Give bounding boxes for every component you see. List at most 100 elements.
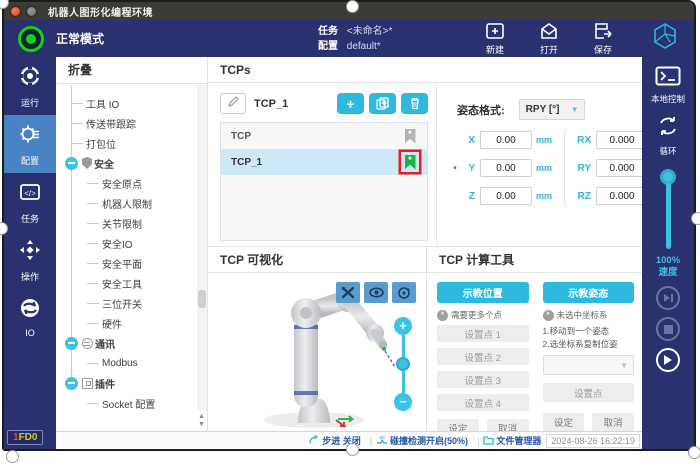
tree-item[interactable]: 插件 — [56, 373, 196, 393]
loop-toggle-button[interactable]: 循环 — [655, 114, 681, 157]
collision-icon — [376, 435, 390, 447]
tree-item[interactable]: 打包位 — [56, 133, 196, 153]
tree-item-label: 关节限制 — [102, 216, 142, 231]
zoom-in-button[interactable]: + — [394, 317, 412, 335]
sidebar-item-io[interactable]: IO — [4, 289, 56, 344]
chevron-down-icon: ▼ — [620, 361, 628, 370]
tcp-row-label: TCP_1 — [231, 157, 262, 168]
pose-cancel-button[interactable]: 取消 — [592, 413, 634, 431]
frame-select-dropdown[interactable]: ▼ — [543, 355, 635, 375]
axis-value-input[interactable] — [596, 187, 648, 205]
duplicate-tcp-button[interactable] — [369, 93, 396, 114]
zoom-slider-knob[interactable] — [396, 357, 410, 371]
tree-scrollbar-thumb[interactable] — [198, 290, 206, 308]
tree-item-label: 硬件 — [102, 316, 122, 331]
tree-item[interactable]: 安全IO — [56, 233, 196, 253]
tree-item[interactable]: 通讯 — [56, 333, 196, 353]
tree-item-label: 三位开关 — [102, 296, 142, 311]
step-forward-button[interactable] — [656, 286, 680, 310]
axis-value-input[interactable] — [596, 159, 648, 177]
tree-item[interactable]: 关节限制 — [56, 213, 196, 233]
axis-value-input[interactable] — [480, 187, 532, 205]
run-target-icon — [18, 64, 42, 93]
pose-set-point-button[interactable]: 设置点 — [543, 383, 635, 402]
terminal-icon — [655, 66, 681, 91]
collapse-minus-icon[interactable] — [65, 377, 78, 390]
xyz-fields: X mm • Y — [451, 130, 554, 206]
visualization-panel-title: TCP 可视化 — [208, 247, 426, 273]
bookmark-icon[interactable] — [405, 129, 416, 144]
tree-item[interactable]: 三位开关 — [56, 293, 196, 313]
speed-slider[interactable] — [660, 169, 676, 249]
new-task-button[interactable]: 新建 — [478, 21, 512, 56]
teach-pose-button[interactable]: 示教姿态 — [543, 282, 635, 303]
tree-scrollbar[interactable] — [197, 85, 207, 411]
file-manager-link[interactable]: 文件管理器 — [483, 434, 541, 447]
save-task-button[interactable]: 保存 — [586, 21, 620, 56]
reset-view-icon[interactable] — [392, 282, 416, 303]
tree-item[interactable]: 机器人限制 — [56, 193, 196, 213]
io-cycle-icon — [18, 296, 42, 325]
zoom-out-button[interactable]: − — [394, 393, 412, 411]
tree-item[interactable]: 传送带跟踪 — [56, 113, 196, 133]
sidebar-item-task[interactable]: </> 任务 — [4, 173, 56, 231]
tree-item[interactable] — [56, 85, 196, 93]
eye-icon[interactable] — [364, 282, 388, 303]
tree-item-icon — [82, 378, 93, 389]
tree-item[interactable]: Socket 配置 — [56, 393, 196, 411]
tree-item[interactable]: 安全工具 — [56, 273, 196, 293]
sidebar-item-config[interactable]: 配置 — [4, 115, 56, 173]
add-tcp-button[interactable]: + — [337, 93, 364, 114]
tools-icon[interactable] — [336, 282, 360, 303]
tree-item-label: Socket 配置 — [102, 396, 155, 411]
teach-position-button[interactable]: 示教位置 — [437, 282, 529, 303]
set-point-button[interactable]: 设置点 2 — [437, 348, 529, 365]
set-point-button[interactable]: 设置点 1 — [437, 325, 529, 342]
stop-button[interactable] — [656, 317, 680, 341]
rename-tcp-button[interactable] — [220, 93, 246, 114]
view-toolbar — [336, 282, 416, 303]
tcp-visualization-panel: TCP 可视化 — [208, 247, 427, 431]
position-hint: * 需要更多个点 — [437, 309, 529, 321]
zoom-control: + − — [394, 317, 412, 411]
window-close-button[interactable] — [10, 6, 21, 17]
robot-3d-view[interactable]: + − — [208, 273, 426, 431]
move-arrows-icon — [18, 238, 42, 267]
sidebar-item-run[interactable]: 运行 — [4, 57, 56, 115]
delete-tcp-button[interactable] — [401, 93, 428, 114]
collision-detection-status[interactable]: 碰撞检测开启(50%) — [376, 434, 468, 447]
svg-text:</>: </> — [24, 189, 36, 198]
pose-field-row: • Y mm — [451, 158, 554, 178]
axis-value-input[interactable] — [480, 131, 532, 149]
window-minimize-button[interactable] — [26, 6, 37, 17]
tree-collapse-header[interactable]: 折叠 — [56, 57, 207, 84]
tree-item[interactable]: 硬件 — [56, 313, 196, 333]
tree-item[interactable]: 安全平面 — [56, 253, 196, 273]
play-button[interactable] — [656, 348, 680, 372]
sidebar-item-operate[interactable]: 操作 — [4, 231, 56, 289]
tree-item[interactable]: Modbus — [56, 353, 196, 373]
tree-item[interactable]: 安全 — [56, 153, 196, 173]
pose-confirm-button[interactable]: 设定 — [543, 413, 585, 431]
tree-item[interactable]: 工具 IO — [56, 93, 196, 113]
bookmark-icon[interactable] — [405, 155, 416, 170]
open-task-button[interactable]: 打开 — [532, 21, 566, 56]
annotation-highlight — [401, 152, 419, 172]
collapse-minus-icon[interactable] — [65, 337, 78, 350]
set-point-button[interactable]: 设置点 3 — [437, 371, 529, 388]
pose-hint: * 未选中坐标系 — [543, 309, 635, 321]
axis-label: Z — [459, 191, 475, 202]
tcp-list-row[interactable]: TCP_1 — [221, 149, 427, 175]
local-control-button[interactable]: 本地控制 — [651, 66, 685, 105]
collapse-minus-icon[interactable] — [65, 157, 78, 170]
tcp-list-row[interactable]: TCP — [221, 123, 427, 149]
tree-item[interactable]: 安全原点 — [56, 173, 196, 193]
axis-value-input[interactable] — [480, 159, 532, 177]
pose-format-dropdown[interactable]: RPY [°] ▼ — [519, 99, 585, 120]
axis-value-input[interactable] — [596, 131, 648, 149]
set-point-button[interactable]: 设置点 4 — [437, 394, 529, 411]
tree-scroll-arrows[interactable]: ▲▼ — [196, 413, 207, 429]
brand-logo — [652, 22, 678, 55]
tree-item-label: 安全IO — [102, 236, 133, 251]
tcp-calc-panel: TCP 计算工具 示教位置 * 需要更多个点 — [427, 247, 642, 431]
